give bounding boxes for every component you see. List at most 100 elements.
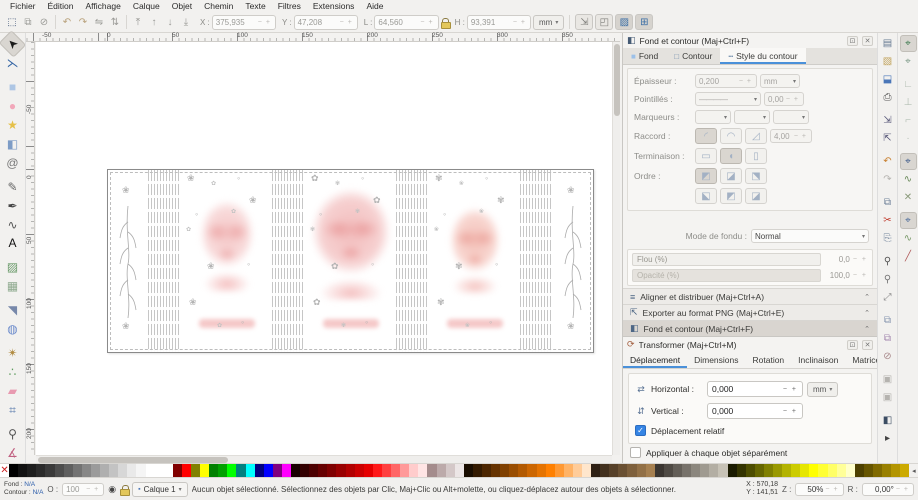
palette-swatch[interactable] — [91, 464, 100, 477]
snap-intersection-icon[interactable]: ✕ — [900, 189, 917, 206]
palette-swatch[interactable] — [809, 464, 818, 477]
collapse-caret-icon[interactable]: ⌃ — [864, 293, 870, 301]
palette-swatch[interactable] — [336, 464, 345, 477]
palette-swatch[interactable] — [318, 464, 327, 477]
cap-butt-button[interactable]: ▭ — [695, 148, 717, 164]
lower-to-bottom-icon[interactable]: ⤓ — [178, 14, 194, 30]
tab-inclinaison[interactable]: Inclinaison — [791, 352, 845, 368]
snap-bbox-icon[interactable]: ⌖ — [900, 53, 917, 70]
palette-swatch[interactable] — [564, 464, 573, 477]
palette-swatch[interactable] — [837, 464, 846, 477]
dash-offset-field[interactable]: 0,00−+ — [764, 92, 804, 106]
stroke-width-unit-dropdown[interactable]: mm▾ — [760, 74, 800, 88]
pen-tool[interactable]: ∿ — [2, 216, 23, 234]
palette-swatch[interactable] — [764, 464, 773, 477]
docked-bar-aligner[interactable]: ≡Aligner et distribuer (Maj+Ctrl+A)⌃ — [623, 288, 877, 304]
lock-ratio-icon[interactable] — [441, 18, 449, 27]
order-markers-fill-stroke-button[interactable]: ⬔ — [745, 168, 767, 184]
palette-swatch[interactable] — [855, 464, 864, 477]
save-document-icon[interactable]: ⬓ — [879, 71, 896, 88]
order-markers-stroke-fill-button[interactable]: ◪ — [745, 188, 767, 204]
palette-swatch[interactable] — [527, 464, 536, 477]
fill-stroke-indicator[interactable]: Fond : N/A Contour : N/A — [4, 481, 43, 497]
palette-scroll-arrow[interactable]: ◂ — [909, 464, 918, 477]
palette-swatch[interactable] — [582, 464, 591, 477]
palette-swatch[interactable] — [700, 464, 709, 477]
shade-dialog-button[interactable]: ⊡ — [847, 36, 858, 46]
palette-swatch[interactable] — [737, 464, 746, 477]
spray-tool[interactable]: ∴ — [2, 363, 23, 381]
palette-swatch[interactable] — [464, 464, 473, 477]
palette-swatch[interactable] — [291, 464, 300, 477]
palette-swatch[interactable] — [409, 464, 418, 477]
palette-swatch[interactable] — [309, 464, 318, 477]
fill-stroke-dialog-icon[interactable]: ◧ — [879, 412, 896, 429]
snap-bbox-center-icon[interactable]: · — [900, 130, 917, 147]
raise-to-top-icon[interactable]: ⤒ — [130, 14, 146, 30]
move-unit-dropdown[interactable]: mm▾ — [807, 382, 838, 397]
palette-swatch[interactable] — [473, 464, 482, 477]
palette-swatch[interactable] — [691, 464, 700, 477]
palette-swatch[interactable] — [45, 464, 54, 477]
palette-swatch[interactable] — [255, 464, 264, 477]
tab-rotation[interactable]: Rotation — [746, 352, 792, 368]
edit-clone2-icon[interactable]: ▣ — [879, 389, 896, 406]
palette-swatch[interactable] — [891, 464, 900, 477]
palette-swatch[interactable] — [791, 464, 800, 477]
palette-swatch[interactable] — [82, 464, 91, 477]
palette-swatch[interactable] — [246, 464, 255, 477]
redo-icon[interactable]: ↷ — [879, 171, 896, 188]
zoom-page-icon[interactable]: ⚲ — [879, 271, 896, 288]
palette-swatch[interactable] — [773, 464, 782, 477]
palette-swatch[interactable] — [55, 464, 64, 477]
snap-bbox-midpoint-icon[interactable]: ⌐ — [900, 112, 917, 129]
palette-swatch[interactable] — [618, 464, 627, 477]
palette-swatch[interactable] — [755, 464, 764, 477]
palette-swatch[interactable] — [718, 464, 727, 477]
palette-swatch[interactable] — [673, 464, 682, 477]
rectangle-tool[interactable]: ■ — [2, 78, 23, 96]
miter-limit-field[interactable]: 4,00−+ — [770, 129, 812, 143]
palette-swatch[interactable] — [500, 464, 509, 477]
select-all-icon[interactable]: ⬚ — [4, 14, 20, 30]
palette-none-swatch[interactable]: ✕ — [0, 464, 9, 477]
palette-swatch[interactable] — [373, 464, 382, 477]
palette-swatch[interactable] — [537, 464, 546, 477]
palette-swatch[interactable] — [118, 464, 127, 477]
palette-swatch[interactable] — [491, 464, 500, 477]
pencil-tool[interactable]: ✎ — [2, 178, 23, 196]
menu-chemin[interactable]: Chemin — [198, 1, 239, 12]
layer-dropdown[interactable]: ▪Calque 1▾ — [132, 482, 188, 497]
undo-icon[interactable]: ↶ — [879, 153, 896, 170]
palette-swatch[interactable] — [664, 464, 673, 477]
affect-corners-toggle[interactable]: ◰ — [595, 14, 613, 30]
docked-bar-exporter[interactable]: ⇱Exporter au format PNG (Maj+Ctrl+E)⌃ — [623, 304, 877, 320]
palette-swatch[interactable] — [200, 464, 209, 477]
palette-swatch[interactable] — [346, 464, 355, 477]
canvas[interactable]: ❀❀ ❀✿◦❀✿◦❀✿◦❀✿◦ ✿✾◦✿✾◦✿✾◦✿✾◦ ✾❀◦✾❀◦✾❀◦✾❀… — [36, 42, 612, 455]
rotate-cw-icon[interactable]: ↷ — [75, 14, 91, 30]
palette-swatch[interactable] — [209, 464, 218, 477]
palette-swatch[interactable] — [427, 464, 436, 477]
palette-swatch[interactable] — [627, 464, 636, 477]
zoom-drawing-icon[interactable]: ⚲ — [879, 253, 896, 270]
affect-pattern-toggle[interactable]: ⊞ — [635, 14, 653, 30]
palette-swatch[interactable] — [482, 464, 491, 477]
palette-swatch[interactable] — [218, 464, 227, 477]
open-document-icon[interactable]: ▧ — [879, 53, 896, 70]
menu-texte[interactable]: Texte — [239, 1, 271, 12]
palette-swatch[interactable] — [391, 464, 400, 477]
vertical-ruler[interactable]: -50050100150200 — [26, 42, 35, 455]
palette-swatch[interactable] — [509, 464, 518, 477]
tab-contour[interactable]: □Contour — [666, 48, 720, 64]
clone-icon[interactable]: ⧉ — [879, 330, 896, 347]
apply-separately-checkbox[interactable] — [630, 447, 641, 458]
palette-swatch[interactable] — [728, 464, 737, 477]
text-tool[interactable]: A — [2, 235, 23, 253]
palette-swatch[interactable] — [418, 464, 427, 477]
snap-midpoint-icon[interactable]: ╱ — [900, 248, 917, 265]
docked-bar-fond[interactable]: ◧Fond et contour (Maj+Ctrl+F)⌃ — [623, 320, 877, 336]
palette-swatch[interactable] — [846, 464, 855, 477]
gradient-tool[interactable]: ▨ — [2, 258, 23, 276]
palette-swatch[interactable] — [446, 464, 455, 477]
